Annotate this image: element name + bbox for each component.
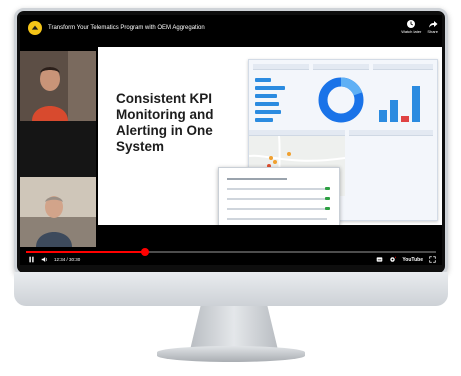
- slide-heading: Consistent KPI Monitoring and Alerting i…: [116, 91, 214, 154]
- donut-chart: [318, 77, 364, 123]
- channel-logo-icon[interactable]: [28, 21, 42, 35]
- share-icon: [428, 21, 438, 28]
- time-total: 30:30: [69, 257, 81, 262]
- share-label: Share: [427, 29, 438, 34]
- pause-icon[interactable]: [28, 256, 35, 263]
- share-button[interactable]: Share: [427, 19, 438, 34]
- settings-icon[interactable]: [389, 256, 397, 263]
- monitor-chin: [14, 272, 448, 306]
- player-controls: 12:34 / 30:30 YouTube: [20, 243, 442, 265]
- monitor-stand-base: [157, 346, 305, 362]
- video-title[interactable]: Transform Your Telematics Program with O…: [48, 25, 205, 31]
- video-top-bar: Transform Your Telematics Program with O…: [20, 15, 442, 41]
- video-player[interactable]: Transform Your Telematics Program with O…: [20, 15, 442, 265]
- webcam-presenter-1: [20, 51, 96, 121]
- webcam-presenter-2: [20, 177, 96, 247]
- alert-settings-panel: [218, 167, 340, 225]
- monitor-stand-neck: [190, 306, 278, 350]
- subtitles-icon[interactable]: [376, 256, 383, 263]
- watch-later-button[interactable]: Watch later: [401, 19, 421, 34]
- progress-scrubber[interactable]: [140, 248, 149, 256]
- time-display: 12:34 / 30:30: [54, 257, 81, 262]
- progress-bar[interactable]: [26, 248, 436, 256]
- youtube-logo[interactable]: YouTube: [402, 257, 423, 263]
- progress-played: [26, 251, 145, 253]
- volume-icon[interactable]: [41, 256, 48, 263]
- time-current: 12:34: [54, 257, 66, 262]
- webcam-divider: [20, 121, 96, 177]
- clock-icon: [407, 20, 416, 28]
- fullscreen-icon[interactable]: [429, 256, 436, 263]
- presentation-slide: Consistent KPI Monitoring and Alerting i…: [98, 47, 442, 225]
- watch-later-label: Watch later: [401, 29, 422, 34]
